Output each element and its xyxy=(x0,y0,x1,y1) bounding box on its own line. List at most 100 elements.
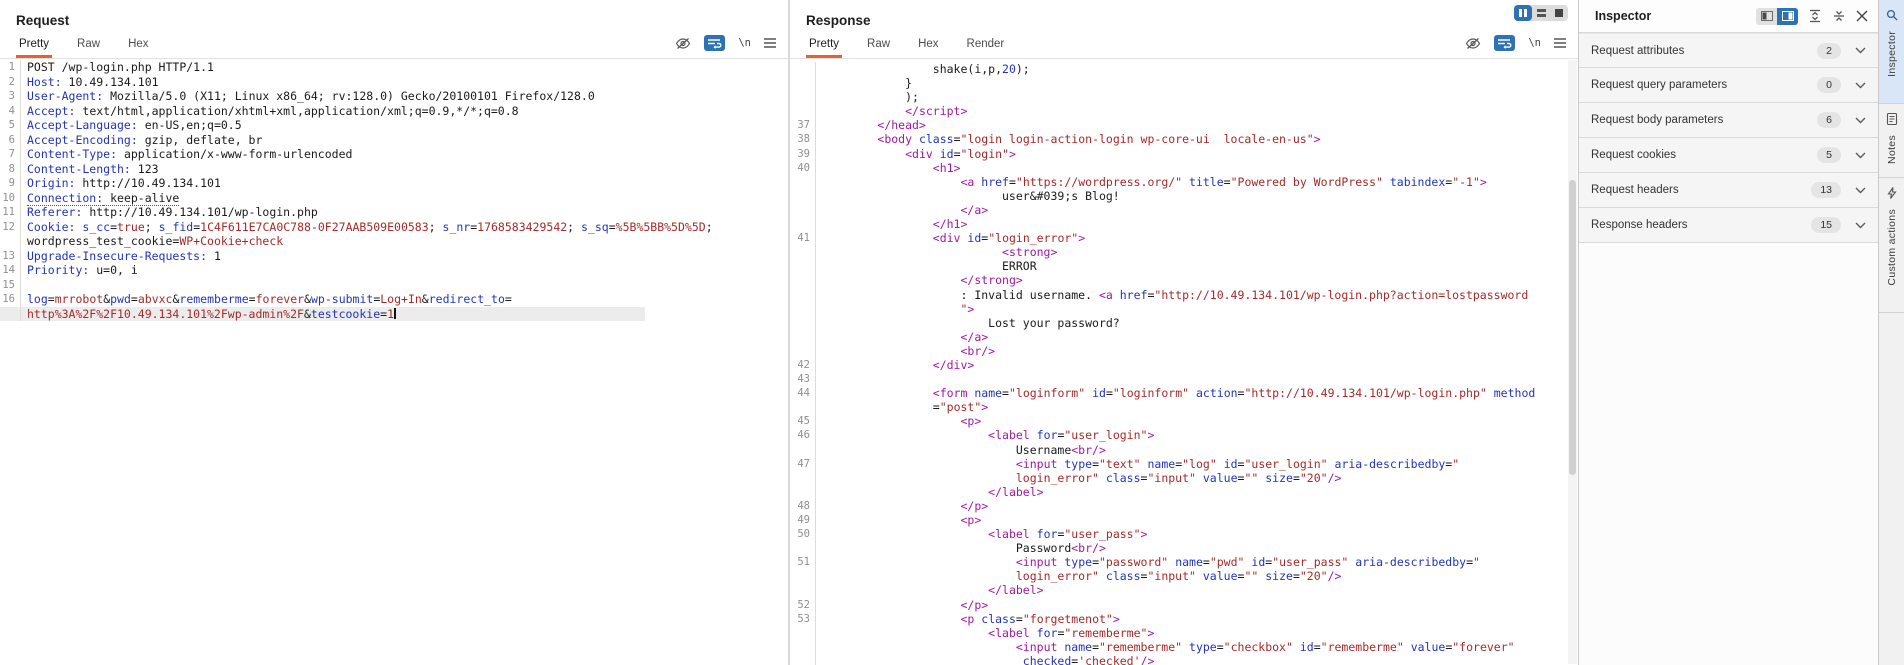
code-line[interactable]: 45 <p> xyxy=(790,414,1578,428)
tab-pretty[interactable]: Pretty xyxy=(16,38,52,58)
layout-rows-button[interactable] xyxy=(1532,5,1550,21)
code-line[interactable]: shake(i,p,20); xyxy=(790,62,1578,76)
code-line[interactable]: 4Accept: text/html,application/xhtml+xml… xyxy=(0,104,788,119)
tab-render[interactable]: Render xyxy=(964,38,1008,58)
code-line[interactable]: </a> xyxy=(790,330,1578,344)
tab-raw[interactable]: Raw xyxy=(74,38,103,58)
code-line[interactable]: : Invalid username. <a href="http://10.4… xyxy=(790,288,1578,302)
code-line[interactable]: 43 xyxy=(790,372,1578,386)
code-line[interactable]: 1POST /wp-login.php HTTP/1.1 xyxy=(0,60,788,75)
sidebar-tab-inspector[interactable]: Inspector xyxy=(1879,0,1904,104)
code-line[interactable]: </label> xyxy=(790,583,1578,597)
collapse-all-sections-icon[interactable] xyxy=(1832,9,1846,23)
code-line[interactable]: 49 <p> xyxy=(790,513,1578,527)
inspector-section-response-headers[interactable]: Response headers15 xyxy=(1579,208,1878,243)
code-line[interactable]: <br/> xyxy=(790,344,1578,358)
scrollbar-thumb[interactable] xyxy=(1569,180,1576,475)
inspector-section-request-attributes[interactable]: Request attributes2 xyxy=(1579,33,1878,68)
code-line[interactable]: 6Accept-Encoding: gzip, deflate, br xyxy=(0,133,788,148)
code-line[interactable]: 51 <input type="password" name="pwd" id=… xyxy=(790,555,1578,569)
code-line[interactable]: 3User-Agent: Mozilla/5.0 (X11; Linux x86… xyxy=(0,89,788,104)
request-editor[interactable]: 1POST /wp-login.php HTTP/1.12Host: 10.49… xyxy=(0,60,788,665)
code-line[interactable]: 50 <label for="user_pass"> xyxy=(790,527,1578,541)
code-line[interactable]: 47 <input type="text" name="log" id="use… xyxy=(790,457,1578,471)
chevron-down-icon[interactable] xyxy=(1855,117,1866,124)
tab-hex[interactable]: Hex xyxy=(915,38,941,58)
code-line[interactable]: 11Referer: http://10.49.134.101/wp-login… xyxy=(0,205,788,220)
code-line[interactable]: 15 xyxy=(0,278,788,293)
code-line[interactable]: 52 </p> xyxy=(790,598,1578,612)
word-wrap-toggle-button[interactable] xyxy=(1494,35,1515,51)
code-line[interactable]: wordpress_test_cookie=WP+Cookie+check xyxy=(0,234,788,249)
code-line[interactable]: 37 </head> xyxy=(790,118,1578,132)
code-line[interactable]: 2Host: 10.49.134.101 xyxy=(0,75,788,90)
chevron-down-icon[interactable] xyxy=(1855,222,1866,229)
sidebar-tab-notes[interactable]: Notes xyxy=(1879,104,1904,178)
code-line[interactable]: login_error" class="input" value="" size… xyxy=(790,471,1578,485)
code-line[interactable]: checked='checked'/> xyxy=(790,654,1578,665)
code-line[interactable]: 44 <form name="loginform" id="loginform"… xyxy=(790,386,1578,400)
code-line[interactable]: 5Accept-Language: en-US,en;q=0.5 xyxy=(0,118,788,133)
layout-columns-button[interactable] xyxy=(1514,5,1532,21)
code-line[interactable]: 8Content-Length: 123 xyxy=(0,162,788,177)
close-inspector-icon[interactable] xyxy=(1856,10,1868,22)
code-line[interactable]: 38 <body class="login login-action-login… xyxy=(790,132,1578,146)
code-line[interactable]: ERROR xyxy=(790,259,1578,273)
chevron-down-icon[interactable] xyxy=(1855,82,1866,89)
code-line[interactable]: 48 </p> xyxy=(790,499,1578,513)
inspector-section-request-body-parameters[interactable]: Request body parameters6 xyxy=(1579,103,1878,138)
chevron-down-icon[interactable] xyxy=(1855,187,1866,194)
response-editor[interactable]: shake(i,p,20); } ); </script>37 </head>3… xyxy=(790,60,1578,665)
code-line[interactable]: 13Upgrade-Insecure-Requests: 1 xyxy=(0,249,788,264)
code-line[interactable]: </h1> xyxy=(790,217,1578,231)
show-newlines-toggle[interactable]: \n xyxy=(1528,37,1541,49)
tab-pretty[interactable]: Pretty xyxy=(806,38,842,58)
tab-raw[interactable]: Raw xyxy=(864,38,893,58)
editor-menu-icon[interactable] xyxy=(764,38,776,48)
editor-menu-icon[interactable] xyxy=(1554,38,1566,48)
code-line[interactable]: Username<br/> xyxy=(790,443,1578,457)
chevron-down-icon[interactable] xyxy=(1855,47,1866,54)
code-line[interactable]: </script> xyxy=(790,104,1578,118)
code-line[interactable]: 41 <div id="login_error"> xyxy=(790,231,1578,245)
expand-all-sections-icon[interactable] xyxy=(1808,9,1822,23)
inspector-section-request-query-parameters[interactable]: Request query parameters0 xyxy=(1579,68,1878,103)
code-line[interactable]: } xyxy=(790,76,1578,90)
code-line[interactable]: 39 <div id="login"> xyxy=(790,147,1578,161)
code-line[interactable]: 9Origin: http://10.49.134.101 xyxy=(0,176,788,191)
response-scrollbar[interactable] xyxy=(1568,60,1577,664)
dock-right-button[interactable] xyxy=(1777,8,1798,25)
show-newlines-toggle[interactable]: \n xyxy=(738,37,751,49)
code-line[interactable]: login_error" class="input" value="" size… xyxy=(790,569,1578,583)
dock-left-button[interactable] xyxy=(1756,8,1777,25)
code-line[interactable]: 40 <h1> xyxy=(790,161,1578,175)
word-wrap-toggle-button[interactable] xyxy=(704,35,725,51)
tab-hex[interactable]: Hex xyxy=(125,38,151,58)
code-line[interactable]: <input name="rememberme" type="checkbox"… xyxy=(790,640,1578,654)
code-line[interactable]: 46 <label for="user_login"> xyxy=(790,428,1578,442)
code-line[interactable]: </a> xyxy=(790,203,1578,217)
code-line[interactable]: 53 <p class="forgetmenot"> xyxy=(790,612,1578,626)
code-line[interactable]: "> xyxy=(790,302,1578,316)
code-line[interactable]: </strong> xyxy=(790,273,1578,287)
code-line[interactable]: 16log=mrrobot&pwd=abvxc&rememberme=forev… xyxy=(0,292,788,307)
code-line[interactable]: </label> xyxy=(790,485,1578,499)
code-line[interactable]: <a href="https://wordpress.org/" title="… xyxy=(790,175,1578,189)
code-line[interactable]: 12Cookie: s_cc=true; s_fid=1C4F611E7CA0C… xyxy=(0,220,788,235)
code-line[interactable]: user&#039;s Blog! xyxy=(790,189,1578,203)
hide-highlights-eye-off-icon[interactable] xyxy=(1465,37,1481,50)
code-line[interactable]: Lost your password? xyxy=(790,316,1578,330)
layout-single-button[interactable] xyxy=(1550,5,1568,21)
code-line[interactable]: 42 </div> xyxy=(790,358,1578,372)
chevron-down-icon[interactable] xyxy=(1855,152,1866,159)
inspector-section-request-headers[interactable]: Request headers13 xyxy=(1579,173,1878,208)
code-line[interactable]: 7Content-Type: application/x-www-form-ur… xyxy=(0,147,788,162)
sidebar-tab-custom-actions[interactable]: Custom actions xyxy=(1879,178,1904,313)
code-line[interactable]: 10Connection: keep-alive xyxy=(0,191,788,206)
code-line[interactable]: <strong> xyxy=(790,245,1578,259)
code-line[interactable]: http%3A%2F%2F10.49.134.101%2Fwp-admin%2F… xyxy=(0,307,788,322)
code-line[interactable]: ="post"> xyxy=(790,400,1578,414)
hide-highlights-eye-off-icon[interactable] xyxy=(675,37,691,50)
code-line[interactable]: Password<br/> xyxy=(790,541,1578,555)
code-line[interactable]: 14Priority: u=0, i xyxy=(0,263,788,278)
